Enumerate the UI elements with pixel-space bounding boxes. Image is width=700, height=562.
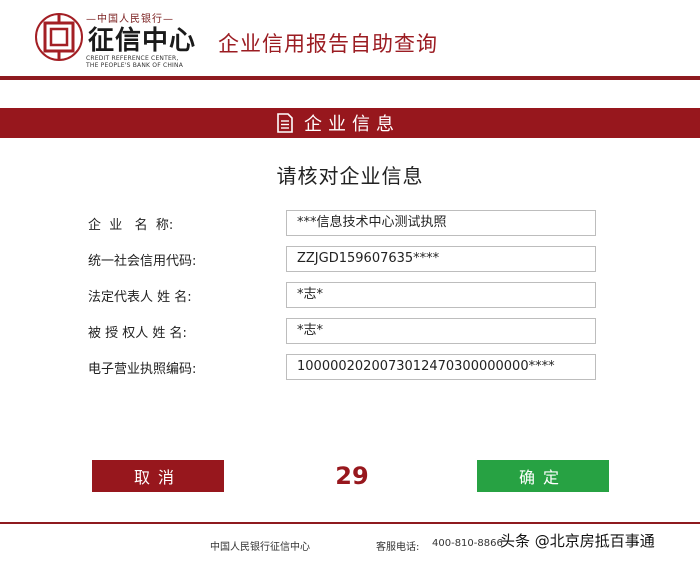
cancel-button[interactable]: 取消 [92,460,224,492]
license-code-label: 电子营业执照编码: [88,362,197,377]
footer-divider [0,522,700,524]
authorized-person-field[interactable]: *志* [286,318,596,344]
authorized-person-label: 被 授 权人 姓 名: [88,326,187,341]
brand-english-line2: THE PEOPLE'S BANK OF CHINA [86,62,184,69]
legal-rep-label: 法定代表人 姓 名: [88,290,192,305]
credit-center-logo-icon [35,13,83,61]
credit-code-field[interactable]: ZZJGD159607635**** [286,246,596,272]
form-row-license-code: 电子营业执照编码: 1000002020073012470300000000**… [0,354,700,380]
countdown-timer: 29 [335,462,369,490]
company-name-field[interactable]: ***信息技术中心测试执照 [286,210,596,236]
header-divider [0,76,700,80]
footer-phone-number: 400-810-8866 [432,538,503,549]
section-banner: 企业信息 [0,108,700,138]
app-header: —中国人民银行— 征信中心 CREDIT REFERENCE CENTER, T… [0,0,700,80]
section-title: 企业信息 [304,114,400,135]
brand-english-line1: CREDIT REFERENCE CENTER, [86,55,179,62]
watermark-text: 头条 @北京房抵百事通 [500,532,655,550]
credit-code-label: 统一社会信用代码: [88,254,197,269]
footer-organization: 中国人民银行征信中心 [210,542,310,553]
license-code-field[interactable]: 1000002020073012470300000000**** [286,354,596,380]
brand-name: 征信中心 [88,26,197,56]
legal-rep-field[interactable]: *志* [286,282,596,308]
form-row-legal-rep: 法定代表人 姓 名: *志* [0,282,700,308]
app-title: 企业信用报告自助查询 [218,32,438,56]
footer-phone-label: 客服电话: [376,542,420,553]
form-row-credit-code: 统一社会信用代码: ZZJGD159607635**** [0,246,700,272]
confirm-button[interactable]: 确定 [477,460,609,492]
company-name-label: 企 业 名 称: [88,218,174,233]
document-icon [277,113,293,133]
verify-prompt: 请核对企业信息 [276,164,424,188]
form-row-authorized-person: 被 授 权人 姓 名: *志* [0,318,700,344]
form-row-company-name: 企 业 名 称: ***信息技术中心测试执照 [0,210,700,236]
